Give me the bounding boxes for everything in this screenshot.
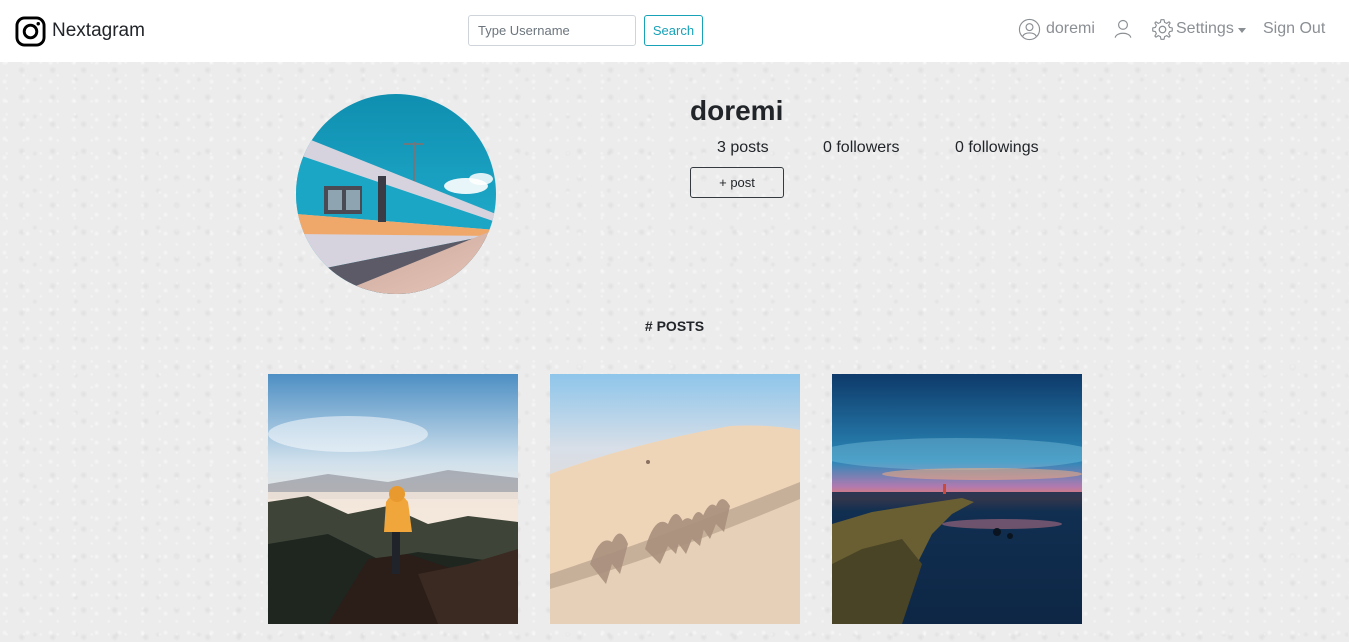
- add-post-button[interactable]: + post: [690, 167, 784, 198]
- post-image-coast-sunset: [832, 374, 1082, 624]
- posts-heading: # POSTS: [644, 318, 705, 334]
- settings-dropdown[interactable]: Settings: [1151, 16, 1246, 42]
- avatar-image: [296, 94, 496, 294]
- avatar: [296, 94, 496, 294]
- post-thumbnail[interactable]: [550, 374, 800, 624]
- instagram-icon: [15, 15, 46, 47]
- search-input[interactable]: [468, 15, 636, 46]
- nav-profile-link[interactable]: [1112, 16, 1134, 42]
- brand-name: Nextagram: [52, 20, 145, 41]
- user-circle-icon: [1018, 18, 1041, 40]
- followings-count[interactable]: 0 followings: [955, 139, 1039, 157]
- post-image-mountain-hiker: [268, 374, 518, 624]
- gear-icon: [1152, 18, 1173, 40]
- nav-username: doremi: [1046, 20, 1095, 37]
- caret-down-icon: [1237, 27, 1246, 33]
- post-image-desert-camels: [550, 374, 800, 624]
- posts-count: 3 posts: [717, 139, 769, 156]
- followers-count[interactable]: 0 followers: [823, 139, 899, 157]
- profile-username: doremi: [690, 95, 784, 126]
- nav-user-link[interactable]: doremi: [1018, 16, 1095, 42]
- navbar: Nextagram Search doremi Settings Sign Ou…: [0, 0, 1349, 62]
- search-button[interactable]: Search: [644, 15, 703, 46]
- post-thumbnail[interactable]: [832, 374, 1082, 624]
- signout-link[interactable]: Sign Out: [1263, 16, 1325, 42]
- post-thumbnail[interactable]: [268, 374, 518, 624]
- user-icon: [1114, 19, 1132, 38]
- settings-label: Settings: [1176, 20, 1234, 37]
- brand-link[interactable]: Nextagram: [15, 15, 145, 47]
